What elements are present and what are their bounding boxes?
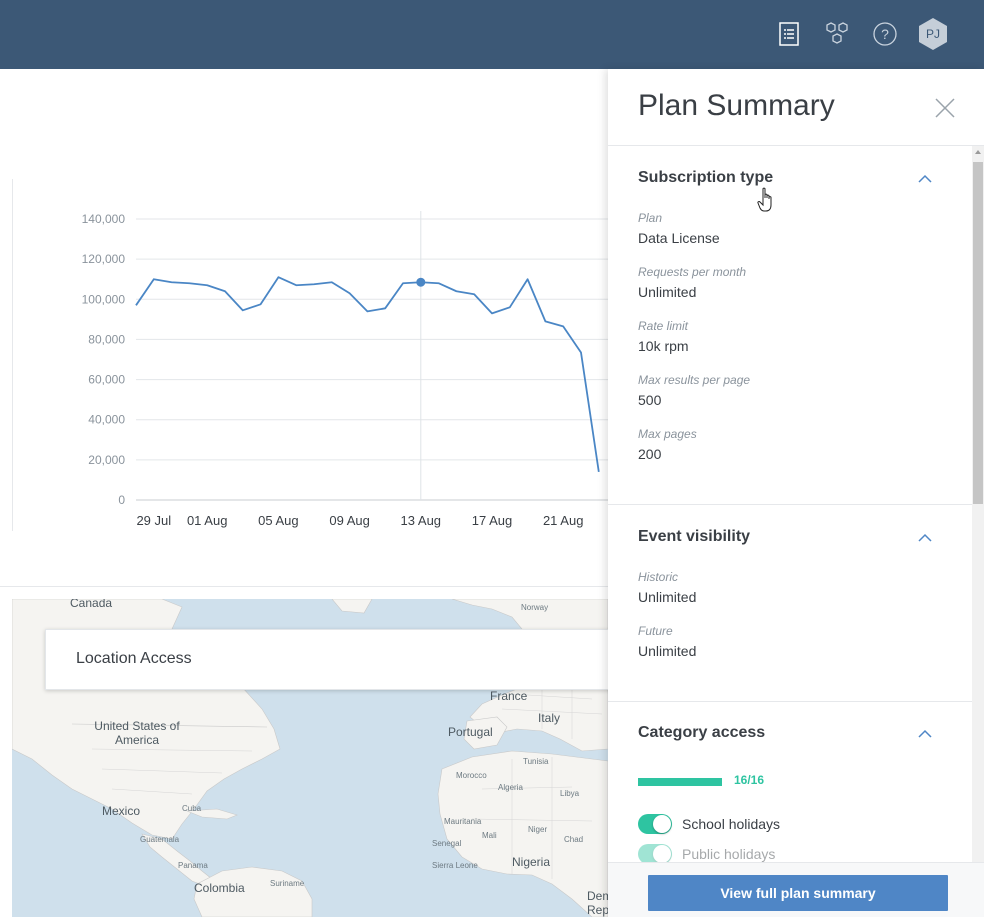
map-label: Nigeria	[512, 855, 551, 869]
usage-chart: 140,000 120,000 100,000 80,000 60,000 40,000 2…	[12, 179, 608, 531]
subscription-type-section: Subscription type Plan Data License Requ…	[608, 146, 972, 505]
map-label: Algeria	[498, 783, 523, 792]
category-progress-bar	[638, 778, 722, 786]
x-tick-label: 29 Jul	[136, 513, 171, 528]
map-label: Senegal	[432, 839, 462, 848]
section-title[interactable]: Event visibility	[638, 528, 750, 546]
progress-fill	[638, 778, 722, 786]
help-icon[interactable]: ?	[870, 19, 900, 49]
field-value: Unlimited	[638, 643, 697, 659]
map-label: United States of America	[94, 719, 180, 747]
svg-text:?: ?	[881, 26, 889, 42]
field-label: Max pages	[638, 427, 697, 441]
y-tick-label: 0	[118, 493, 125, 507]
location-map[interactable]: Canada United States of America Mexico C…	[12, 599, 608, 917]
field-value: Unlimited	[638, 284, 697, 300]
map-label: Colombia	[194, 881, 245, 895]
field-value: Data License	[638, 230, 720, 246]
panel-title: Plan Summary	[638, 89, 835, 122]
field-label: Historic	[638, 570, 679, 584]
map-label: Chad	[564, 835, 584, 844]
y-tick-label: 60,000	[88, 373, 125, 387]
y-tick-label: 20,000	[88, 453, 125, 467]
map-label: Canada	[70, 599, 113, 610]
main-content: 140,000 120,000 100,000 80,000 60,000 40,000 2…	[0, 69, 608, 917]
hand-cursor-icon	[757, 187, 772, 212]
x-tick-label: 05 Aug	[258, 513, 299, 528]
plan-summary-panel: Plan Summary Subscription type Plan Data…	[608, 69, 984, 917]
map-label: Niger	[528, 825, 548, 834]
avatar[interactable]: PJ	[917, 17, 949, 51]
field-label: Requests per month	[638, 265, 747, 279]
map-label: Mauritania	[444, 817, 482, 826]
school-holidays-toggle[interactable]	[638, 814, 672, 834]
y-tick-label: 140,000	[82, 212, 126, 226]
list-icon[interactable]	[774, 19, 804, 49]
toggle-label: Public holidays	[682, 846, 776, 862]
field-value: 200	[638, 446, 662, 462]
map-label: Libya	[560, 789, 580, 798]
map-label: Democratic Republic	[587, 889, 608, 917]
avatar-initials: PJ	[925, 27, 940, 41]
x-tick-label: 13 Aug	[401, 513, 442, 528]
hexagon-cluster-icon[interactable]	[822, 19, 852, 49]
map-label: Portugal	[448, 725, 493, 739]
scroll-up-arrow-icon[interactable]	[975, 150, 981, 154]
panel-scroll-area[interactable]: Subscription type Plan Data License Requ…	[608, 146, 984, 862]
field-label: Rate limit	[638, 319, 689, 333]
section-title[interactable]: Category access	[638, 724, 765, 742]
highlighted-data-point	[416, 277, 426, 287]
map-label: Mali	[482, 831, 497, 840]
map-label: Suriname	[270, 879, 305, 888]
y-tick-label: 80,000	[88, 332, 125, 346]
field-value: 500	[638, 392, 662, 408]
field-value: Unlimited	[638, 589, 697, 605]
section-title[interactable]: Subscription type	[638, 169, 773, 187]
series-line	[135, 276, 600, 473]
field-label: Max results per page	[638, 373, 751, 387]
map-label: Italy	[538, 711, 561, 725]
chevron-up-icon[interactable]	[918, 729, 932, 739]
chevron-up-icon[interactable]	[918, 533, 932, 543]
section-divider	[0, 586, 608, 587]
location-access-title: Location Access	[76, 650, 192, 667]
panel-header: Plan Summary	[608, 69, 984, 146]
close-icon[interactable]	[934, 97, 956, 119]
public-holidays-toggle[interactable]	[638, 844, 672, 862]
toggle-knob	[653, 815, 671, 833]
map-label: Panama	[178, 861, 208, 870]
chevron-up-icon[interactable]	[918, 174, 932, 184]
y-tick-label: 40,000	[88, 413, 125, 427]
map-label: Cuba	[182, 804, 202, 813]
field-label: Plan	[638, 211, 663, 225]
map-label: Norway	[521, 603, 549, 612]
toggle-label: School holidays	[682, 816, 781, 832]
map-label: Tunisia	[523, 757, 549, 766]
x-tick-label: 21 Aug	[543, 513, 584, 528]
category-progress-count: 16/16	[734, 773, 765, 787]
field-value: 10k rpm	[638, 338, 689, 354]
panel-footer: View full plan summary	[608, 862, 984, 917]
panel-scrollbar[interactable]	[972, 146, 984, 862]
x-tick-label: 09 Aug	[329, 513, 370, 528]
view-full-plan-summary-button[interactable]: View full plan summary	[648, 875, 948, 911]
map-label: Mexico	[102, 804, 141, 818]
scroll-thumb[interactable]	[973, 162, 983, 504]
y-tick-label: 100,000	[82, 292, 126, 306]
field-label: Future	[638, 624, 673, 638]
map-label: France	[490, 689, 528, 703]
toggle-knob	[653, 845, 671, 862]
x-tick-label: 17 Aug	[472, 513, 513, 528]
event-visibility-section: Event visibility Historic Unlimited Futu…	[608, 505, 972, 702]
x-tick-label: 01 Aug	[187, 513, 228, 528]
location-access-card[interactable]: Location Access	[45, 629, 608, 690]
line-chart: 140,000 120,000 100,000 80,000 60,000 40,000 2…	[82, 211, 608, 528]
map-label: Morocco	[456, 771, 487, 780]
map-label: Sierra Leone	[432, 861, 478, 870]
y-tick-label: 120,000	[82, 252, 126, 266]
map-label: Guatemala	[140, 835, 180, 844]
top-navigation-bar: ? PJ	[0, 0, 984, 69]
